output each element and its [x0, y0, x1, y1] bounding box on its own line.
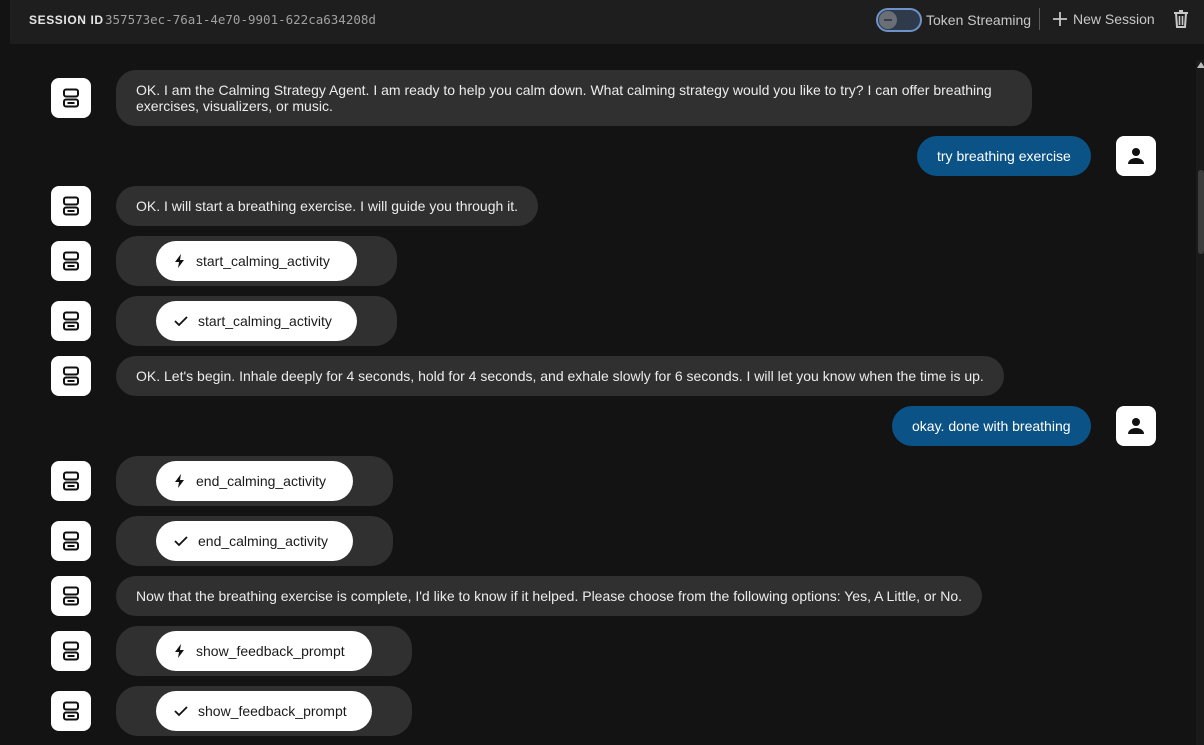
tool-result-chip[interactable]: start_calming_activity [156, 301, 357, 341]
robot-icon [63, 366, 79, 386]
agent-message: OK. I am the Calming Strategy Agent. I a… [116, 70, 1032, 126]
user-message: okay. done with breathing [892, 406, 1091, 446]
tool-call-name: start_calming_activity [196, 253, 330, 269]
agent-avatar [51, 631, 91, 671]
plus-icon [1053, 12, 1067, 26]
tool-call-container: show_feedback_prompt [116, 626, 412, 676]
delete-session-button[interactable] [1172, 9, 1190, 34]
agent-avatar [51, 78, 91, 118]
bolt-icon [175, 254, 184, 268]
scroll-up-arrow-icon[interactable] [1197, 62, 1204, 68]
tool-call-chip[interactable]: end_calming_activity [156, 461, 353, 501]
robot-icon [63, 471, 79, 491]
token-streaming-label: Token Streaming [926, 12, 1032, 28]
user-avatar [1116, 136, 1156, 176]
tool-call-chip[interactable]: start_calming_activity [156, 241, 357, 281]
scrollbar-thumb[interactable] [1198, 170, 1204, 254]
tool-call-chip[interactable]: show_feedback_prompt [156, 631, 372, 671]
agent-message: OK. Let's begin. Inhale deeply for 4 sec… [116, 356, 1004, 396]
robot-icon [63, 586, 79, 606]
agent-avatar [51, 356, 91, 396]
agent-avatar [51, 301, 91, 341]
tool-result-name: start_calming_activity [198, 313, 332, 329]
bolt-icon [175, 644, 184, 658]
tool-call-container: end_calming_activity [116, 456, 393, 506]
trash-icon [1174, 10, 1188, 28]
agent-avatar [51, 461, 91, 501]
tool-result-name: end_calming_activity [198, 533, 328, 549]
tool-call-name: end_calming_activity [196, 473, 326, 489]
robot-icon [63, 531, 79, 551]
chat-scrollbar[interactable] [1196, 60, 1204, 745]
agent-avatar [51, 576, 91, 616]
agent-avatar [51, 241, 91, 281]
robot-icon [63, 196, 79, 216]
new-session-button[interactable]: New Session [1051, 10, 1155, 28]
check-icon [174, 316, 188, 327]
robot-icon [63, 88, 79, 108]
agent-avatar [51, 186, 91, 226]
new-session-label: New Session [1073, 11, 1155, 27]
tool-call-container: start_calming_activity [116, 236, 397, 286]
robot-icon [63, 311, 79, 331]
tool-result-container: end_calming_activity [116, 516, 393, 566]
session-id-value: 357573ec-76a1-4e70-9901-622ca634208d [105, 12, 376, 27]
robot-icon [63, 701, 79, 721]
tool-result-chip[interactable]: show_feedback_prompt [156, 691, 372, 731]
token-streaming-toggle[interactable] [876, 8, 922, 32]
robot-icon [63, 251, 79, 271]
agent-message: Now that the breathing exercise is compl… [116, 576, 983, 616]
tool-result-name: show_feedback_prompt [198, 703, 347, 719]
agent-avatar [51, 521, 91, 561]
person-icon [1128, 418, 1144, 434]
user-avatar [1116, 406, 1156, 446]
check-icon [174, 706, 188, 717]
person-icon [1128, 148, 1144, 164]
tool-call-name: show_feedback_prompt [196, 643, 345, 659]
user-message: try breathing exercise [917, 136, 1091, 176]
session-id-label: SESSION ID [29, 13, 104, 27]
toggle-knob [879, 11, 897, 29]
agent-avatar [51, 691, 91, 731]
tool-result-chip[interactable]: end_calming_activity [156, 521, 353, 561]
agent-message: OK. I will start a breathing exercise. I… [116, 186, 539, 226]
bolt-icon [175, 474, 184, 488]
header-divider [1039, 8, 1040, 30]
robot-icon [63, 641, 79, 661]
check-icon [174, 536, 188, 547]
tool-result-container: start_calming_activity [116, 296, 397, 346]
session-header: SESSION ID 357573ec-76a1-4e70-9901-622ca… [10, 0, 1204, 44]
tool-result-container: show_feedback_prompt [116, 686, 412, 736]
